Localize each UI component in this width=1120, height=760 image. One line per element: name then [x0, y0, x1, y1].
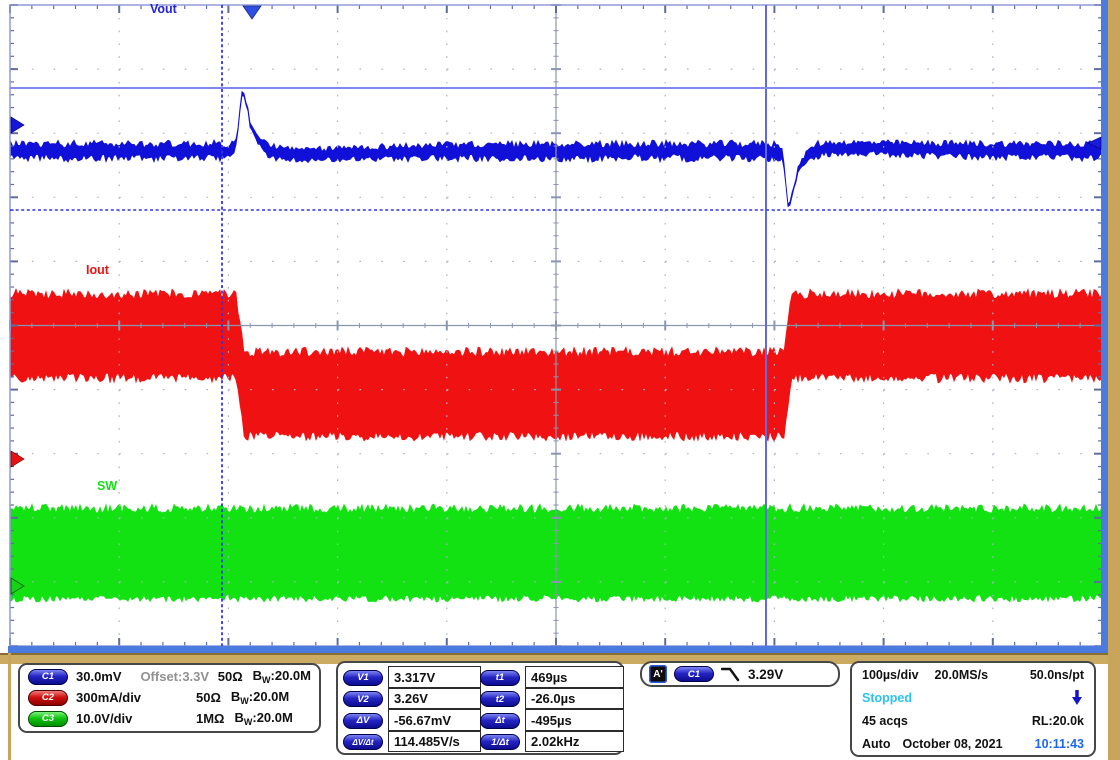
vout-label: Vout	[150, 2, 178, 16]
v2-value: 3.26V	[388, 688, 481, 710]
v2-badge: V2	[343, 691, 383, 707]
trigger-a-badge: A'	[649, 665, 667, 683]
freq-badge: 1/Δt	[480, 734, 520, 750]
c1-offset: Offset:3.3V	[140, 669, 217, 684]
measurement-row: ΔV -56.67mV	[343, 710, 481, 732]
c1-badge: C1	[28, 669, 68, 685]
delta-v-badge: ΔV	[343, 713, 383, 729]
c3-impedance: 1MΩ	[196, 711, 224, 726]
c2-impedance: 50Ω	[196, 690, 221, 705]
falling-edge-icon	[721, 666, 741, 682]
delta-t-value: -495µs	[525, 709, 624, 731]
t2-badge: t2	[480, 691, 520, 707]
bezel-left-edge	[8, 653, 11, 760]
c3-badge: C3	[28, 711, 68, 727]
slew-badge: ΔV/Δt	[343, 734, 383, 750]
sw-label: SW	[97, 479, 117, 493]
channel-row-c1[interactable]: C1 30.0mV Offset:3.3V 50Ω BW:20.0M	[20, 666, 319, 687]
delta-t-badge: Δt	[480, 713, 520, 729]
channel-settings-panel: C1 30.0mV Offset:3.3V 50Ω BW:20.0M C2 30…	[18, 663, 321, 733]
t2-value: -26.0µs	[525, 688, 624, 710]
v1-badge: V1	[343, 670, 383, 686]
t1-value: 469µs	[525, 666, 624, 688]
measurement-panel: V1 3.317V V2 3.26V ΔV -56.67mV ΔV/Δt 114…	[336, 661, 624, 755]
t1-badge: t1	[480, 670, 520, 686]
date: October 08, 2021	[902, 737, 1002, 751]
c2-scale: 300mA/div	[76, 690, 146, 705]
measurement-row: Δt -495µs	[480, 710, 624, 732]
timebase-panel: 100µs/div 20.0MS/s 50.0ns/pt Stopped 45 …	[850, 661, 1096, 757]
sample-resolution: 50.0ns/pt	[1030, 668, 1084, 682]
c1-bandwidth: BW:20.0M	[253, 668, 311, 685]
measurement-row: V1 3.317V	[343, 667, 481, 689]
measurement-row: t1 469µs	[480, 667, 624, 689]
c1-scale: 30.0mV	[76, 669, 140, 684]
trigger-mode: Auto	[862, 737, 890, 751]
measurement-row: V2 3.26V	[343, 689, 481, 711]
c3-bandwidth: BW:20.0M	[234, 710, 292, 727]
measurement-row: 1/Δt 2.02kHz	[480, 732, 624, 754]
trigger-panel[interactable]: A' C1 3.29V	[640, 661, 840, 687]
clock: 10:11:43	[1035, 737, 1084, 751]
c2-bandwidth: BW:20.0M	[231, 689, 289, 706]
measurement-row: t2 -26.0µs	[480, 689, 624, 711]
c3-scale: 10.0V/div	[76, 711, 146, 726]
c1-impedance: 50Ω	[218, 669, 243, 684]
timebase-scale: 100µs/div	[862, 668, 919, 682]
channel-row-c3[interactable]: C3 10.0V/div 1MΩ BW:20.0M	[20, 708, 319, 729]
v1-value: 3.317V	[388, 666, 481, 688]
trigger-level: 3.29V	[748, 667, 783, 682]
scope-display: Vout Iout SW	[0, 0, 1120, 653]
channel-row-c2[interactable]: C2 300mA/div 50Ω BW:20.0M	[20, 687, 319, 708]
trigger-source-badge: C1	[674, 666, 714, 682]
oscilloscope-screenshot: Vout Iout SW C1 30.0mV Offset:3.3V 50Ω BW:…	[0, 0, 1120, 760]
bezel-right	[1108, 0, 1120, 760]
measurement-row: ΔV/Δt 114.485V/s	[343, 732, 481, 754]
down-arrow-icon[interactable]	[1070, 689, 1084, 706]
freq-value: 2.02kHz	[525, 731, 624, 753]
iout-label: Iout	[86, 263, 110, 277]
sample-rate: 20.0MS/s	[935, 668, 989, 682]
frame-band-bottom	[8, 646, 1109, 653]
slew-value: 114.485V/s	[388, 731, 481, 753]
acquisition-count: 45 acqs	[862, 714, 908, 728]
acquisition-status: Stopped	[862, 691, 912, 705]
delta-v-value: -56.67mV	[388, 709, 481, 731]
record-length: RL:20.0k	[1032, 714, 1084, 728]
c2-badge: C2	[28, 690, 68, 706]
